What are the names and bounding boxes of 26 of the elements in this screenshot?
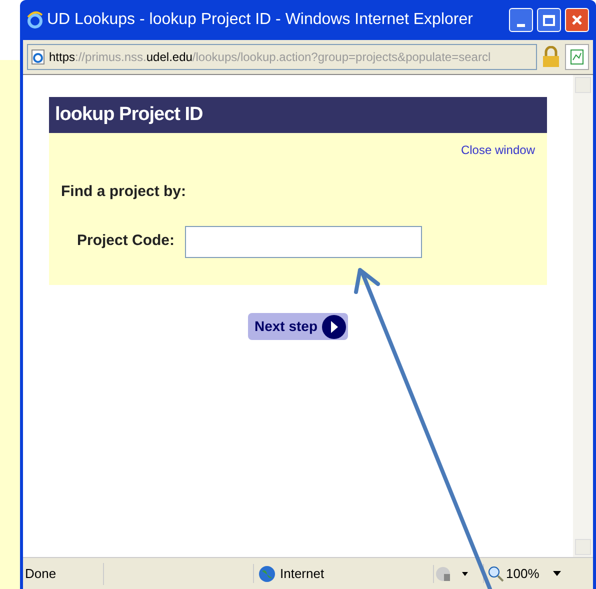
form-heading: Find a project by: [61,182,188,202]
field-label: Project Code: [77,231,175,252]
magnifier-icon [488,566,504,582]
minimize-button[interactable] [509,8,533,32]
next-step-button[interactable]: Next step [248,313,348,340]
status-text: Done [24,564,58,583]
close-icon [571,14,583,26]
zoom-button[interactable]: 100% [483,564,540,584]
globe-icon [258,564,276,582]
play-icon [322,314,346,338]
feed-icon [570,49,584,65]
browser-logo-icon [27,11,43,29]
close-button[interactable] [565,8,589,32]
address-field[interactable]: https://primus.nss.udel.edu/lookups/lookup.action?group=projects&populate=searcl [27,44,537,70]
maximize-button[interactable] [537,8,561,32]
scrollbar[interactable] [573,75,593,557]
url-text: https://primus.nss.udel.edu/lookups/lookup.action?group=projects&populate=searcl [49,49,491,66]
close-window-link[interactable]: Close window [460,141,535,159]
page-icon [31,49,45,65]
lock-icon [541,46,561,68]
project-code-field[interactable] [184,226,422,258]
panel-title: lookup Project ID [55,102,203,127]
window-title: UD Lookups - lookup Project ID - Windows Internet Explorer [47,10,474,30]
feed-button[interactable] [565,44,589,70]
zoom-caret-icon [553,571,562,576]
zone-text: Internet [280,564,324,583]
